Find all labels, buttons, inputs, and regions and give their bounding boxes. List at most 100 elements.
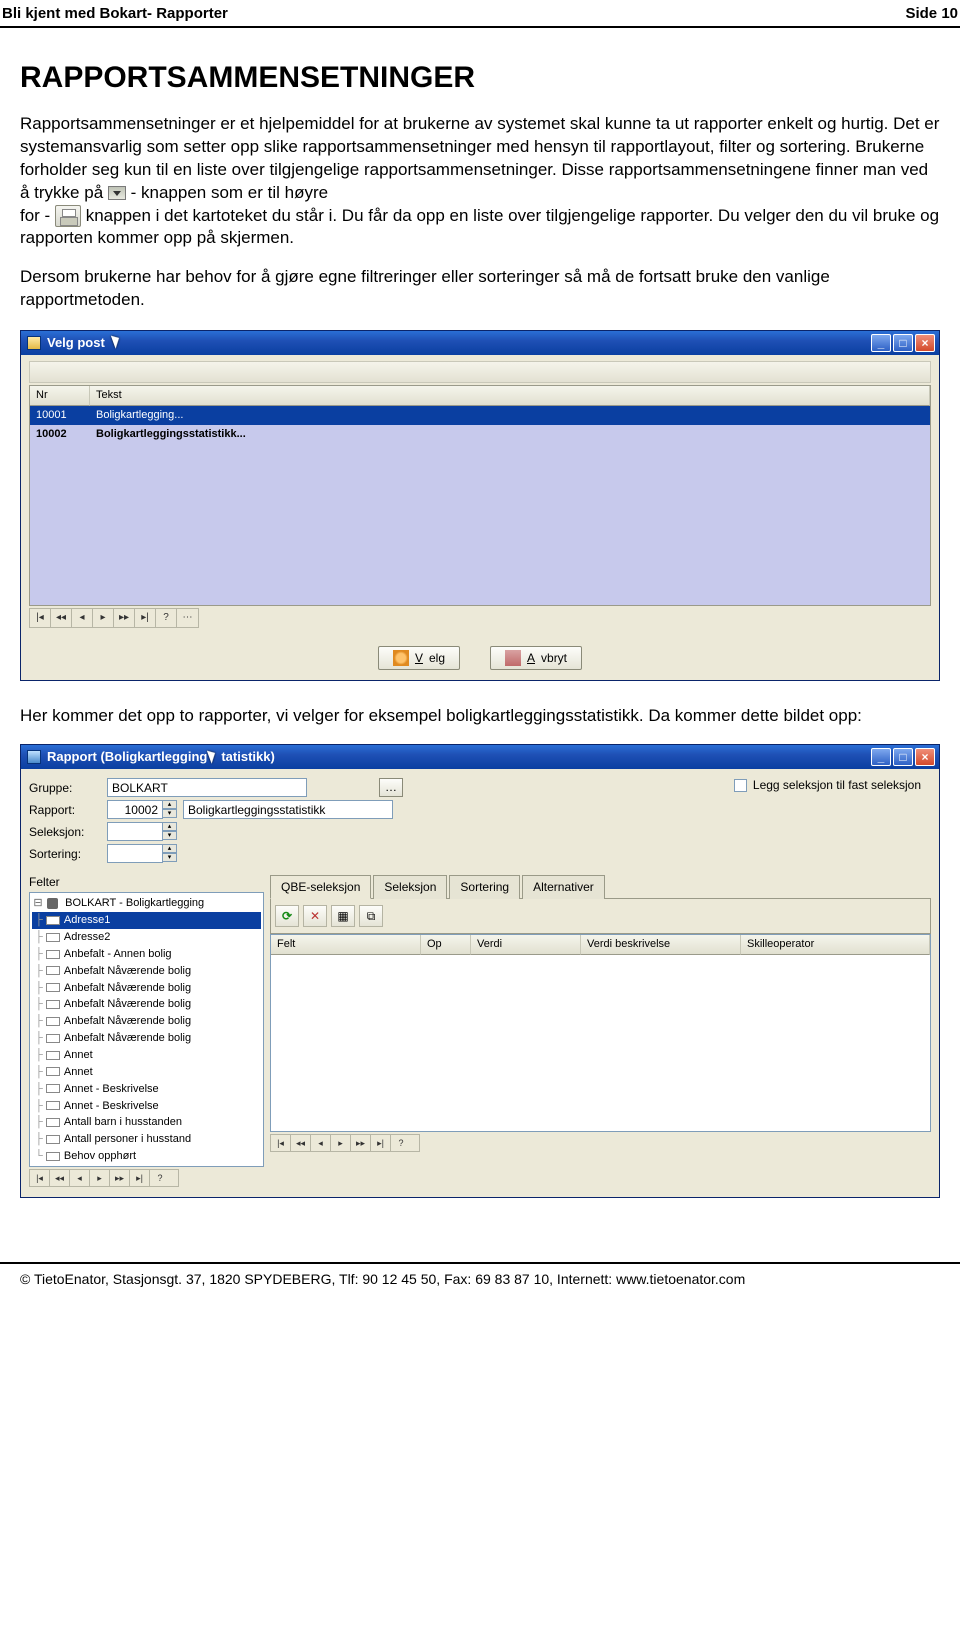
tree-item[interactable]: ├ Antall barn i husstanden	[32, 1114, 261, 1131]
tree-item[interactable]: ├ Anbefalt Nåværende bolig	[32, 980, 261, 997]
spin-up-icon[interactable]: ▴	[163, 844, 177, 853]
field-icon	[46, 1101, 60, 1110]
nav-help-icon[interactable]: ?	[150, 1170, 170, 1186]
field-icon	[46, 1135, 60, 1144]
nav-help-icon[interactable]: ?	[156, 609, 177, 627]
page-header: Bli kjent med Bokart- Rapporter Side 10	[0, 0, 960, 28]
paragraph-3: Her kommer det opp to rapporter, vi velg…	[20, 705, 940, 728]
refresh-button[interactable]: ⟳	[275, 905, 299, 927]
header-left: Bli kjent med Bokart- Rapporter	[2, 4, 228, 24]
nav-help-icon[interactable]: ?	[391, 1135, 411, 1151]
window-icon	[27, 336, 41, 350]
record-nav[interactable]: |◂ ◂◂ ◂ ▸ ▸▸ ▸| ? ⋯	[29, 608, 199, 628]
copy-button[interactable]: ⧉	[359, 905, 383, 927]
tree-item[interactable]: ├ Anbefalt Nåværende bolig	[32, 1013, 261, 1030]
tab-sortering[interactable]: Sortering	[449, 875, 520, 899]
nav-prev-page-icon[interactable]: ◂◂	[50, 1170, 70, 1186]
field-icon	[46, 916, 60, 925]
nav-last-icon[interactable]: ▸|	[135, 609, 156, 627]
tree-item[interactable]: ├ Annet	[32, 1047, 261, 1064]
tab-seleksjon[interactable]: Seleksjon	[373, 875, 447, 899]
field-icon	[46, 1051, 60, 1060]
spin-down-icon[interactable]: ▾	[163, 831, 177, 840]
col-felt[interactable]: Felt	[271, 935, 421, 955]
list-row[interactable]: 10001 Boligkartlegging...	[30, 406, 930, 425]
nav-first-icon[interactable]: |◂	[30, 1170, 50, 1186]
browse-button[interactable]: …	[379, 778, 403, 797]
col-verdi[interactable]: Verdi	[471, 935, 581, 955]
nav-prev-page-icon[interactable]: ◂◂	[291, 1135, 311, 1151]
qbe-grid[interactable]: Felt Op Verdi Verdi beskrivelse Skilleop…	[270, 934, 931, 1132]
tree-item[interactable]: ├ Adresse1	[32, 912, 261, 929]
tree-item[interactable]: ├ Adresse2	[32, 929, 261, 946]
cursor-icon	[207, 749, 221, 767]
spin-down-icon[interactable]: ▾	[163, 853, 177, 862]
minimize-button[interactable]: _	[871, 748, 891, 766]
col-tekst[interactable]: Tekst	[90, 386, 930, 406]
nav-more-icon[interactable]: ⋯	[177, 609, 198, 627]
nav-first-icon[interactable]: |◂	[271, 1135, 291, 1151]
maximize-button[interactable]: □	[893, 748, 913, 766]
tree-item[interactable]: ├ Anbefalt Nåværende bolig	[32, 963, 261, 980]
tree-item[interactable]: ├ Annet - Beskrivelse	[32, 1098, 261, 1115]
clear-button[interactable]: ▦	[331, 905, 355, 927]
tab-qbe[interactable]: QBE-seleksjon	[270, 875, 371, 899]
delete-button[interactable]: ✕	[303, 905, 327, 927]
col-verdi-beskrivelse[interactable]: Verdi beskrivelse	[581, 935, 741, 955]
seleksjon-spinner[interactable]: ▴▾	[107, 822, 177, 841]
minimize-button[interactable]: _	[871, 334, 891, 352]
nav-next-icon[interactable]: ▸	[93, 609, 114, 627]
list-row[interactable]: 10002 Boligkartleggingsstatistikk...	[30, 425, 930, 444]
col-skilleoperator[interactable]: Skilleoperator	[741, 935, 930, 955]
tree-item[interactable]: ├ Annet - Beskrivelse	[32, 1081, 261, 1098]
sortering-spinner[interactable]: ▴▾	[107, 844, 177, 863]
checkbox-box[interactable]	[734, 779, 747, 792]
rapport-text-field[interactable]: Boligkartleggingsstatistikk	[183, 800, 393, 819]
fast-seleksjon-checkbox[interactable]: Legg seleksjon til fast seleksjon	[734, 777, 921, 793]
gruppe-field[interactable]: BOLKART	[107, 778, 307, 797]
nav-first-icon[interactable]: |◂	[30, 609, 51, 627]
nav-prev-page-icon[interactable]: ◂◂	[51, 609, 72, 627]
rapport-nr-spinner[interactable]: 10002 ▴▾	[107, 800, 177, 819]
tree-item[interactable]: ├ Anbefalt Nåværende bolig	[32, 1030, 261, 1047]
dropdown-icon	[108, 186, 126, 200]
tab-alternativer[interactable]: Alternativer	[522, 875, 605, 899]
close-button[interactable]: ×	[915, 334, 935, 352]
nav-next-icon[interactable]: ▸	[331, 1135, 351, 1151]
close-button[interactable]: ×	[915, 748, 935, 766]
qbe-grid-header: Felt Op Verdi Verdi beskrivelse Skilleop…	[271, 935, 930, 955]
tree-item[interactable]: └ Behov opphørt	[32, 1148, 261, 1165]
tree-item[interactable]: ├ Anbefalt Nåværende bolig	[32, 996, 261, 1013]
avbryt-button[interactable]: Avbryt	[490, 646, 582, 670]
collapse-icon[interactable]: ⊟	[32, 896, 44, 911]
spin-up-icon[interactable]: ▴	[163, 800, 177, 809]
titlebar[interactable]: Velg post _ □ ×	[21, 331, 939, 355]
nav-prev-icon[interactable]: ◂	[311, 1135, 331, 1151]
nav-last-icon[interactable]: ▸|	[371, 1135, 391, 1151]
cursor-icon	[111, 334, 125, 352]
tree-root[interactable]: ⊟ BOLKART - Boligkartlegging	[32, 895, 261, 912]
nav-next-page-icon[interactable]: ▸▸	[114, 609, 135, 627]
grid-nav[interactable]: |◂ ◂◂ ◂ ▸ ▸▸ ▸| ?	[270, 1134, 420, 1152]
nav-prev-icon[interactable]: ◂	[72, 609, 93, 627]
spin-up-icon[interactable]: ▴	[163, 822, 177, 831]
tree-item[interactable]: ├ Anbefalt - Annen bolig	[32, 946, 261, 963]
spin-down-icon[interactable]: ▾	[163, 809, 177, 818]
maximize-button[interactable]: □	[893, 334, 913, 352]
tree-item[interactable]: ├ Annet	[32, 1064, 261, 1081]
nav-last-icon[interactable]: ▸|	[130, 1170, 150, 1186]
field-icon	[46, 983, 60, 992]
nav-next-page-icon[interactable]: ▸▸	[351, 1135, 371, 1151]
col-nr[interactable]: Nr	[30, 386, 90, 406]
label-gruppe: Gruppe:	[29, 780, 101, 796]
titlebar[interactable]: Rapport (Boligkartleggingtatistikk) _ □ …	[21, 745, 939, 769]
nav-next-icon[interactable]: ▸	[90, 1170, 110, 1186]
nav-next-page-icon[interactable]: ▸▸	[110, 1170, 130, 1186]
nav-prev-icon[interactable]: ◂	[70, 1170, 90, 1186]
felter-tree[interactable]: ⊟ BOLKART - Boligkartlegging ├ Adresse1 …	[29, 892, 264, 1167]
list-area[interactable]: 10001 Boligkartlegging... 10002 Boligkar…	[29, 406, 931, 606]
tree-item[interactable]: ├ Antall personer i husstand	[32, 1131, 261, 1148]
tree-nav[interactable]: |◂ ◂◂ ◂ ▸ ▸▸ ▸| ?	[29, 1169, 179, 1187]
velg-button[interactable]: Velg	[378, 646, 460, 670]
col-op[interactable]: Op	[421, 935, 471, 955]
